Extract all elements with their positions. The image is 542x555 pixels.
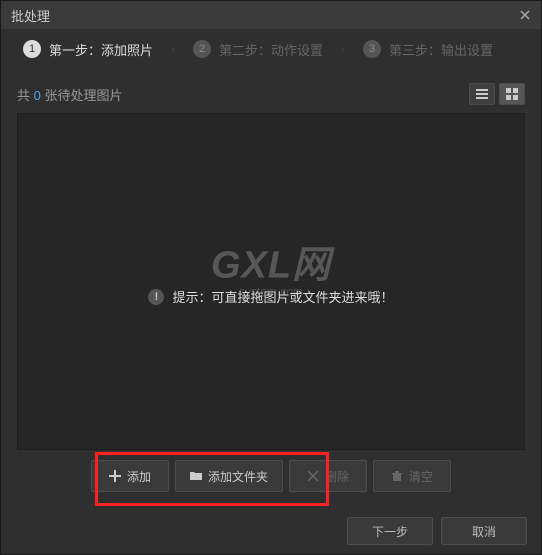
action-row: 添加 添加文件夹 删除 清空 xyxy=(17,450,525,498)
folder-icon xyxy=(190,470,202,482)
grid-icon xyxy=(506,88,518,100)
step-num-2: 2 xyxy=(193,40,211,58)
list-icon xyxy=(476,88,488,100)
add-folder-label: 添加文件夹 xyxy=(208,468,268,485)
clear-label: 清空 xyxy=(409,468,433,485)
step-label-2: 第二步：动作设置 xyxy=(219,40,323,59)
add-button[interactable]: 添加 xyxy=(91,460,169,492)
trash-icon xyxy=(391,470,403,482)
add-label: 添加 xyxy=(127,468,151,485)
batch-dialog: 批处理 1 第一步：添加照片 › 2 第二步：动作设置 › 3 第三步：输出设置… xyxy=(0,0,542,555)
window-title: 批处理 xyxy=(11,6,50,25)
watermark-logo: GXL网 xyxy=(211,233,331,288)
info-icon: ! xyxy=(148,289,164,305)
hint-row: ! 提示：可直接拖图片或文件夹进来哦！ xyxy=(148,287,393,306)
close-button[interactable] xyxy=(509,1,541,29)
delete-label: 删除 xyxy=(325,468,349,485)
count-suffix: 张待处理图片 xyxy=(41,88,123,103)
chevron-right-icon: › xyxy=(171,42,175,56)
titlebar: 批处理 xyxy=(1,1,541,29)
count-prefix: 共 xyxy=(17,88,34,103)
grid-view-button[interactable] xyxy=(499,83,525,105)
step-2[interactable]: 2 第二步：动作设置 xyxy=(179,29,337,69)
step-label-3: 第三步：输出设置 xyxy=(389,40,493,59)
plus-icon xyxy=(109,470,121,482)
dialog-footer: 下一步 取消 xyxy=(1,508,541,554)
pending-count-label: 共 0 张待处理图片 xyxy=(17,85,122,104)
delete-icon xyxy=(307,470,319,482)
view-toggle xyxy=(469,83,525,105)
close-icon xyxy=(520,10,530,20)
clear-button[interactable]: 清空 xyxy=(373,460,451,492)
drop-area[interactable]: GXL网 system.com ! 提示：可直接拖图片或文件夹进来哦！ xyxy=(17,113,525,450)
hint-text: 提示：可直接拖图片或文件夹进来哦！ xyxy=(172,287,393,306)
count-number: 0 xyxy=(34,88,41,103)
chevron-right-icon: › xyxy=(341,42,345,56)
step-3[interactable]: 3 第三步：输出设置 xyxy=(349,29,507,69)
list-view-button[interactable] xyxy=(469,83,495,105)
wizard-steps: 1 第一步：添加照片 › 2 第二步：动作设置 › 3 第三步：输出设置 xyxy=(1,29,541,69)
delete-button[interactable]: 删除 xyxy=(289,460,367,492)
content-area: 共 0 张待处理图片 GXL网 system.com ! 提示：可直接拖图片或文… xyxy=(1,69,541,508)
step-label-1: 第一步：添加照片 xyxy=(49,40,153,59)
step-1[interactable]: 1 第一步：添加照片 xyxy=(9,29,167,69)
cancel-button[interactable]: 取消 xyxy=(441,517,527,545)
step-num-3: 3 xyxy=(363,40,381,58)
add-folder-button[interactable]: 添加文件夹 xyxy=(175,460,283,492)
content-header: 共 0 张待处理图片 xyxy=(17,81,525,107)
step-num-1: 1 xyxy=(23,40,41,58)
next-button[interactable]: 下一步 xyxy=(347,517,433,545)
